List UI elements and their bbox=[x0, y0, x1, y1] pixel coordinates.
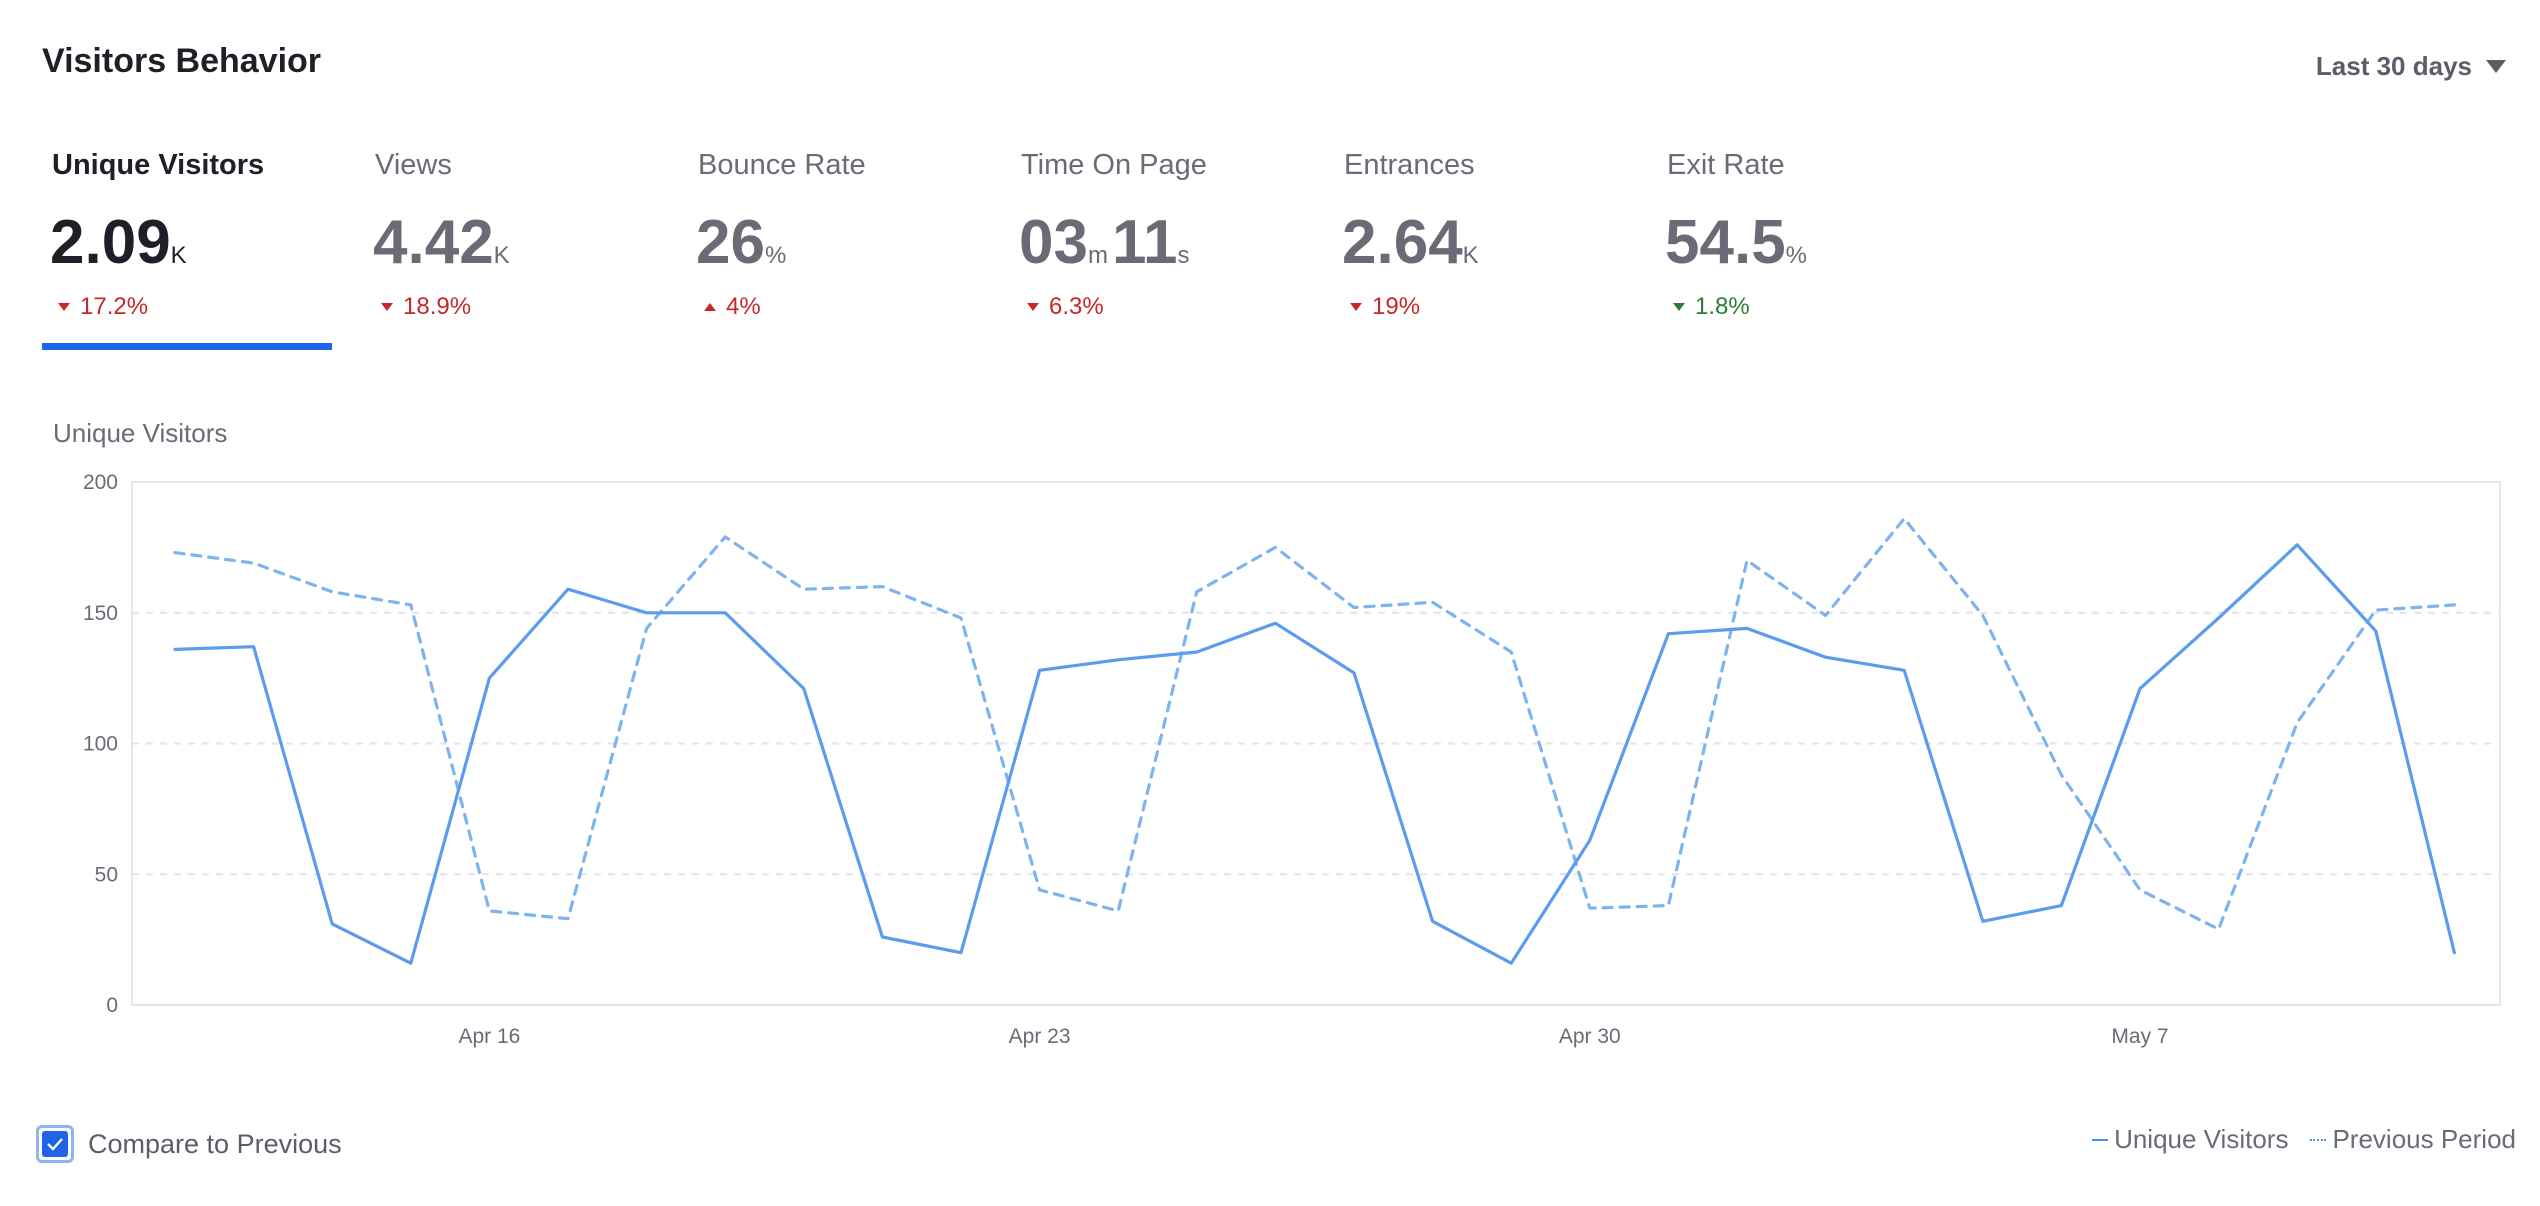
tab-label: Time On Page bbox=[1021, 149, 1207, 181]
metric-value: 2.64K bbox=[1342, 207, 1483, 278]
metric-unit: % bbox=[1785, 242, 1808, 269]
metric-value: 2.09K bbox=[50, 207, 191, 278]
delta-value: 19% bbox=[1372, 293, 1421, 320]
metric-seconds: 11 bbox=[1111, 208, 1178, 277]
metric-delta: 6.3% bbox=[1027, 293, 1104, 321]
tab-bounce-rate[interactable]: Bounce Rate 26% 4% bbox=[688, 145, 978, 350]
legend-label: Unique Visitors bbox=[2114, 1124, 2289, 1154]
metric-number: 54.5 bbox=[1665, 208, 1786, 277]
metric-delta: 19% bbox=[1350, 293, 1420, 321]
compare-to-previous-checkbox[interactable]: Compare to Previous bbox=[36, 1121, 342, 1167]
tab-label: Entrances bbox=[1344, 149, 1475, 181]
dashed-line-swatch bbox=[2310, 1138, 2327, 1141]
x-tick-label: Apr 16 bbox=[458, 1025, 520, 1048]
page-title: Visitors Behavior bbox=[42, 42, 322, 80]
metric-value: 4.42K bbox=[373, 207, 514, 278]
delta-value: 18.9% bbox=[403, 293, 472, 320]
series-line-previous-period bbox=[173, 516, 2456, 931]
y-tick-label: 50 bbox=[95, 863, 118, 886]
metric-number: 2.09 bbox=[50, 208, 171, 277]
metric-delta: 4% bbox=[704, 293, 761, 321]
metric-delta: 1.8% bbox=[1673, 293, 1750, 321]
metric-delta: 17.2% bbox=[58, 293, 148, 321]
tab-unique-visitors[interactable]: Unique Visitors 2.09K 17.2% bbox=[42, 145, 332, 350]
y-tick-label: 100 bbox=[83, 733, 118, 756]
arrow-up-icon bbox=[704, 303, 716, 311]
delta-value: 6.3% bbox=[1049, 293, 1104, 320]
metric-unit: m bbox=[1087, 242, 1108, 269]
tab-exit-rate[interactable]: Exit Rate 54.5% 1.8% bbox=[1657, 145, 1947, 350]
arrow-down-icon bbox=[381, 303, 393, 311]
metric-number: 4.42 bbox=[373, 208, 494, 277]
checkbox-box[interactable] bbox=[36, 1125, 74, 1163]
solid-line-swatch bbox=[2092, 1138, 2109, 1141]
arrow-down-icon bbox=[1350, 303, 1362, 311]
x-tick-label: Apr 23 bbox=[1009, 1025, 1071, 1048]
active-tab-indicator bbox=[42, 343, 332, 350]
tab-time-on-page[interactable]: Time On Page 03m11s 6.3% bbox=[1011, 145, 1301, 350]
metric-value: 26% bbox=[696, 207, 790, 278]
metric-number: 2.64 bbox=[1342, 208, 1463, 277]
metric-delta: 18.9% bbox=[381, 293, 471, 321]
metric-tabs: Unique Visitors 2.09K 17.2% Views 4.42K … bbox=[42, 145, 1942, 350]
series-line-unique-visitors bbox=[173, 543, 2456, 965]
metric-unit: % bbox=[764, 242, 787, 269]
x-tick-label: Apr 30 bbox=[1559, 1025, 1621, 1048]
metric-unit: K bbox=[1462, 242, 1479, 269]
tab-entrances[interactable]: Entrances 2.64K 19% bbox=[1334, 145, 1624, 350]
legend-item-previous: Previous Period bbox=[2310, 1124, 2516, 1155]
legend-label: Previous Period bbox=[2332, 1124, 2516, 1154]
tab-label: Unique Visitors bbox=[52, 149, 265, 181]
y-tick-label: 0 bbox=[106, 994, 118, 1017]
arrow-down-icon bbox=[58, 303, 70, 311]
metric-unit: s bbox=[1177, 242, 1190, 269]
delta-value: 1.8% bbox=[1695, 293, 1750, 320]
metric-number: 26 bbox=[696, 208, 765, 277]
date-range-dropdown[interactable]: Last 30 days bbox=[2316, 48, 2506, 84]
delta-value: 4% bbox=[726, 293, 761, 320]
tab-label: Views bbox=[375, 149, 452, 181]
tab-views[interactable]: Views 4.42K 18.9% bbox=[365, 145, 655, 350]
delta-value: 17.2% bbox=[80, 293, 149, 320]
chart-legend: Unique Visitors Previous Period bbox=[2092, 1124, 2516, 1155]
metric-value: 54.5% bbox=[1665, 207, 1811, 278]
x-tick-label: May 7 bbox=[2111, 1025, 2168, 1048]
y-tick-label: 150 bbox=[83, 602, 118, 625]
arrow-down-icon bbox=[1027, 303, 1039, 311]
legend-item-current: Unique Visitors bbox=[2092, 1124, 2288, 1155]
metric-unit: K bbox=[493, 242, 510, 269]
metric-minutes: 03 bbox=[1019, 208, 1088, 277]
tab-label: Exit Rate bbox=[1667, 149, 1785, 181]
caret-down-icon bbox=[2486, 59, 2506, 73]
y-tick-label: 200 bbox=[83, 471, 118, 494]
arrow-down-icon bbox=[1673, 303, 1685, 311]
metric-unit: K bbox=[170, 242, 187, 269]
chart-title: Unique Visitors bbox=[53, 418, 228, 448]
tab-label: Bounce Rate bbox=[698, 149, 866, 181]
line-chart: 0 50 100 150 200 Apr 16 Apr 23 Apr 30 May 7 bbox=[83, 471, 2501, 1048]
date-range-label: Last 30 days bbox=[2315, 50, 2472, 81]
compare-label: Compare to Previous bbox=[88, 1128, 342, 1159]
metric-value: 03m11s bbox=[1019, 207, 1194, 278]
checkmark-icon bbox=[42, 1131, 68, 1157]
